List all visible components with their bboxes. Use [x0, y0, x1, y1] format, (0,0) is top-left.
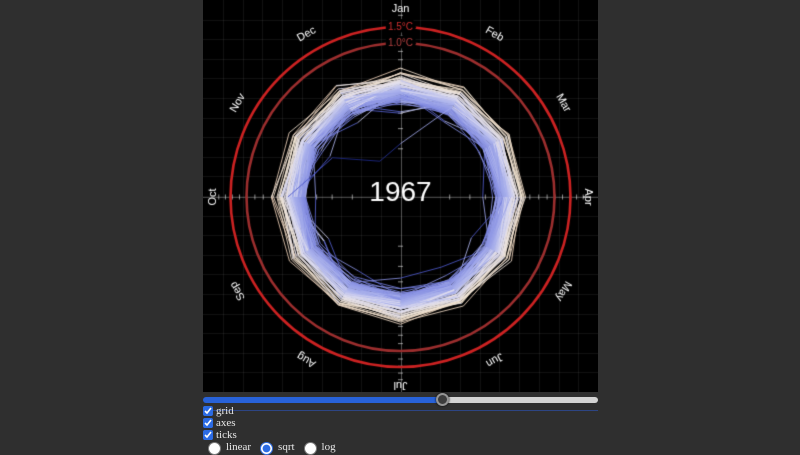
axes-checkbox[interactable]: [203, 418, 213, 428]
spiral-plot-panel: [203, 0, 598, 392]
grid-toggle-row[interactable]: grid: [203, 405, 598, 417]
scale-log-option[interactable]: log: [299, 439, 336, 455]
axes-toggle-row[interactable]: axes: [203, 417, 598, 429]
log-radio[interactable]: [304, 442, 317, 455]
grid-checkbox-label: grid: [216, 405, 234, 417]
controls-panel: grid axes ticks linear sqrt log: [203, 405, 598, 452]
scale-sqrt-option[interactable]: sqrt: [255, 439, 295, 455]
log-radio-label: log: [322, 441, 336, 453]
axes-checkbox-label: axes: [216, 417, 236, 429]
sqrt-radio-label: sqrt: [278, 441, 295, 453]
app-background: { "page": { "background": "#2f2f2f", "pa…: [0, 0, 800, 450]
climate-spiral-canvas: [203, 0, 598, 392]
scale-radio-row: linear sqrt log: [203, 441, 598, 452]
grid-checkbox[interactable]: [203, 406, 213, 416]
scale-linear-option[interactable]: linear: [203, 439, 251, 455]
linear-radio-label: linear: [226, 441, 251, 453]
sqrt-radio[interactable]: [260, 442, 273, 455]
linear-radio[interactable]: [208, 442, 221, 455]
